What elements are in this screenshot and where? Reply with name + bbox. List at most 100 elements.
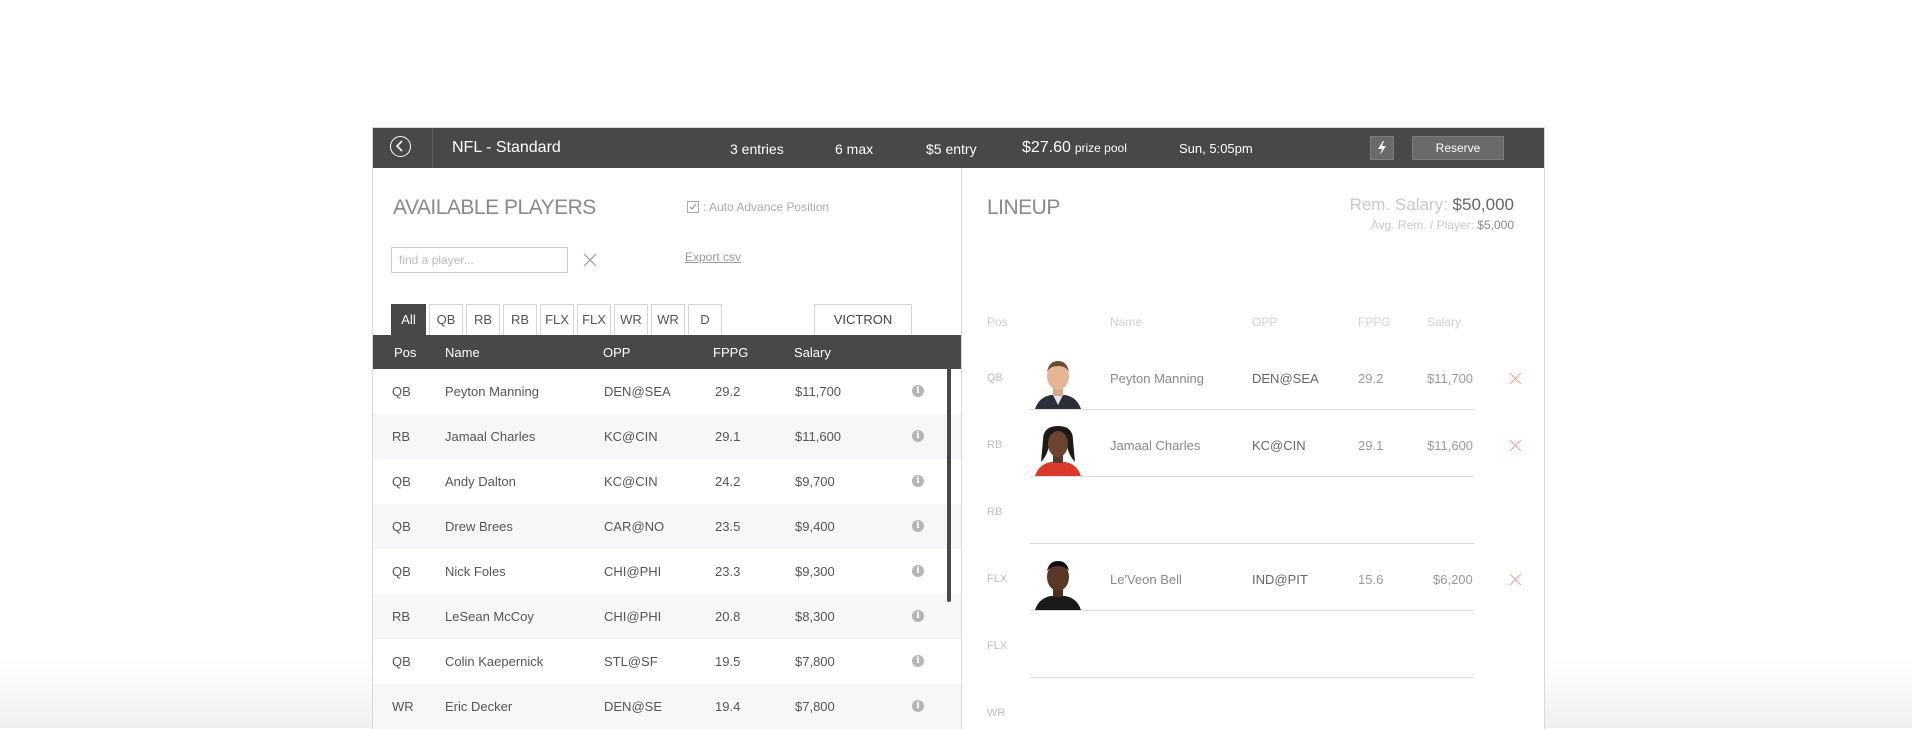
player-pos: QB — [392, 519, 411, 534]
tab-flx-1[interactable]: FLX — [540, 304, 574, 335]
lineup-slot-wr-1[interactable]: WR — [962, 678, 1544, 729]
tab-all[interactable]: All — [391, 304, 426, 335]
table-row[interactable]: RB Jamaal Charles KC@CIN 29.1 $11,600 i — [373, 414, 961, 459]
player-fppg: 19.5 — [715, 654, 741, 669]
player-name: Andy Dalton — [445, 474, 516, 489]
players-scrollbar[interactable] — [947, 338, 951, 602]
clear-search-icon[interactable] — [583, 253, 597, 267]
entry-fee: $5 entry — [926, 141, 977, 157]
table-row[interactable]: QB Colin Kaepernick STL@SF 19.5 $7,800 i — [373, 639, 961, 684]
player-salary: $9,700 — [795, 474, 835, 489]
tab-flx-2[interactable]: FLX — [577, 304, 611, 335]
player-opp: CHI@PHI — [604, 609, 662, 624]
lineup-slot-rb-1[interactable]: RB Jamaal Charles KC@CIN 29.1 $11,600 — [962, 410, 1544, 477]
player-fppg: 23.3 — [715, 564, 741, 579]
table-row[interactable]: QB Peyton Manning DEN@SEA 29.2 $11,700 i — [373, 369, 961, 414]
player-salary: $9,400 — [795, 519, 835, 534]
players-table-header: Pos Name OPP FPPG Salary — [373, 335, 961, 369]
back-arrow-icon — [390, 136, 411, 157]
slot-pos: RB — [987, 439, 1003, 451]
contest-title: NFL - Standard — [452, 139, 561, 156]
table-row[interactable]: QB Andy Dalton KC@CIN 24.2 $9,700 i — [373, 459, 961, 504]
player-salary: $11,700 — [795, 384, 842, 399]
slot-player-fppg: 29.1 — [1358, 438, 1384, 453]
tab-wr-1[interactable]: WR — [614, 304, 648, 335]
info-icon[interactable]: i — [912, 430, 924, 442]
contest-start-time: Sun, 5:05pm — [1179, 141, 1253, 156]
player-pos: QB — [392, 564, 411, 579]
remove-player-icon[interactable] — [1509, 573, 1522, 586]
reserve-button[interactable]: Reserve — [1412, 136, 1504, 160]
player-avatar — [1031, 355, 1085, 409]
back-button[interactable] — [373, 128, 433, 168]
table-row[interactable]: QB Drew Brees CAR@NO 23.5 $9,400 i — [373, 504, 961, 549]
col-opp[interactable]: OPP — [603, 345, 630, 360]
tab-qb[interactable]: QB — [429, 304, 463, 335]
player-name: Peyton Manning — [445, 384, 539, 399]
player-fppg: 29.1 — [715, 429, 741, 444]
lineup-slot-flx-1[interactable]: FLX Le'Veon Bell IND@PIT 15.6 $6,200 — [962, 544, 1544, 611]
info-icon[interactable]: i — [912, 565, 924, 577]
player-pos: WR — [392, 699, 414, 714]
remove-player-icon[interactable] — [1509, 439, 1522, 452]
slot-pos: FLX — [987, 640, 1008, 652]
info-icon[interactable]: i — [912, 520, 924, 532]
avg-rem-value: $5,000 — [1477, 218, 1514, 232]
lineup-slot-rb-2[interactable]: RB — [962, 477, 1544, 544]
info-icon[interactable]: i — [912, 475, 924, 487]
info-icon[interactable]: i — [912, 655, 924, 667]
player-opp: DEN@SEA — [604, 384, 671, 399]
player-opp: DEN@SE — [604, 699, 662, 714]
col-pos[interactable]: Pos — [394, 345, 416, 360]
player-opp: KC@CIN — [604, 429, 658, 444]
contest-header-bar: NFL - Standard 3 entries 6 max $5 entry … — [373, 128, 1544, 168]
slot-player-opp: IND@PIT — [1252, 572, 1308, 587]
info-icon[interactable]: i — [912, 700, 924, 712]
table-row[interactable]: WR Eric Decker DEN@SE 19.4 $7,800 i — [373, 684, 961, 729]
player-opp: STL@SF — [604, 654, 658, 669]
search-input[interactable] — [391, 247, 568, 273]
tab-rb-2[interactable]: RB — [503, 304, 537, 335]
prize-amount: $27.60 — [1022, 139, 1071, 156]
player-fppg: 29.2 — [715, 384, 741, 399]
slot-player-name: Peyton Manning — [1110, 371, 1204, 386]
tab-wr-2[interactable]: WR — [651, 304, 685, 335]
tab-rb-1[interactable]: RB — [466, 304, 500, 335]
team-filter-button[interactable]: VICTRON — [814, 304, 912, 335]
slot-player-salary: $6,200 — [1433, 572, 1473, 587]
lineup-title: LINEUP — [987, 196, 1060, 219]
auto-advance-toggle[interactable]: : Auto Advance Position — [687, 200, 829, 214]
quick-enter-button[interactable] — [1370, 136, 1394, 160]
auto-advance-label: : Auto Advance Position — [703, 200, 830, 214]
slot-player-fppg: 15.6 — [1358, 572, 1384, 587]
table-row[interactable]: QB Nick Foles CHI@PHI 23.3 $9,300 i — [373, 549, 961, 594]
lineup-slot-flx-2[interactable]: FLX — [962, 611, 1544, 678]
lineup-slot-qb[interactable]: QB Peyton Manning DEN@SEA 29.2 $11,700 — [962, 343, 1544, 410]
table-row[interactable]: RB LeSean McCoy CHI@PHI 20.8 $8,300 i — [373, 594, 961, 639]
col-fppg[interactable]: FPPG — [713, 345, 748, 360]
player-pos: RB — [392, 429, 411, 444]
info-icon[interactable]: i — [912, 385, 924, 397]
player-salary: $7,800 — [795, 699, 835, 714]
player-name: Eric Decker — [445, 699, 513, 714]
export-csv-link[interactable]: Export csv — [685, 250, 741, 264]
player-pos: QB — [392, 474, 411, 489]
lineup-col-name: Name — [1110, 315, 1143, 329]
player-name: Jamaal Charles — [445, 429, 536, 444]
rem-salary-value: $50,000 — [1452, 195, 1514, 214]
player-fppg: 19.4 — [715, 699, 741, 714]
slot-player-opp: KC@CIN — [1252, 438, 1306, 453]
tab-d[interactable]: D — [688, 304, 722, 335]
col-salary[interactable]: Salary — [794, 345, 831, 360]
player-fppg: 24.2 — [715, 474, 741, 489]
player-salary: $8,300 — [795, 609, 835, 624]
info-icon[interactable]: i — [912, 610, 924, 622]
player-name: Colin Kaepernick — [445, 654, 544, 669]
remaining-salary: Rem. Salary: $50,000 — [1350, 195, 1514, 215]
bolt-icon — [1378, 141, 1386, 155]
col-name[interactable]: Name — [445, 345, 480, 360]
checkbox-icon[interactable] — [687, 201, 699, 213]
slot-pos: QB — [987, 372, 1003, 384]
remove-player-icon[interactable] — [1509, 372, 1522, 385]
entries-count: 3 entries — [730, 141, 784, 157]
